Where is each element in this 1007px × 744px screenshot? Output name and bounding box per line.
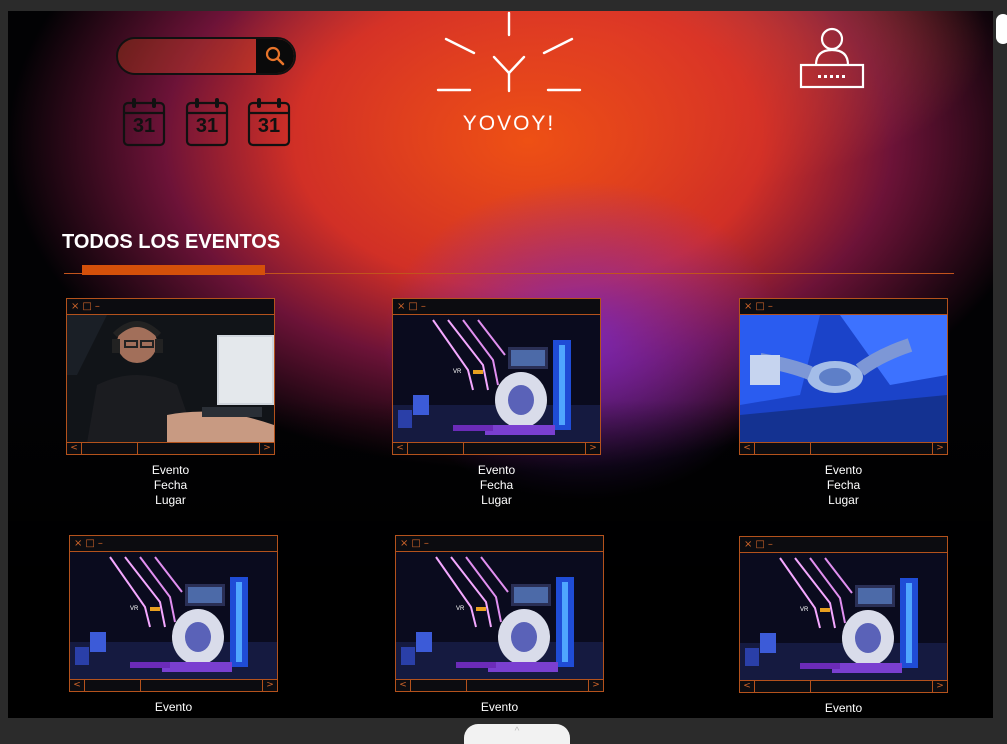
scrollbar-thumb[interactable]	[996, 14, 1007, 44]
calendar-button-2[interactable]: 31	[185, 97, 229, 147]
minimize-icon[interactable]: –	[424, 538, 429, 549]
minimize-icon[interactable]: –	[768, 539, 773, 550]
event-name: Evento	[824, 701, 863, 715]
event-place: Lugar	[828, 493, 859, 507]
event-date: Fecha	[153, 478, 188, 492]
event-window-frame: × □ – < >	[69, 535, 278, 692]
user-login-icon[interactable]	[798, 23, 866, 91]
search-input[interactable]	[128, 39, 260, 73]
minimize-icon[interactable]: –	[768, 301, 773, 312]
window-titlebar: × □ –	[740, 299, 947, 315]
window-footer: < >	[70, 679, 277, 691]
maximize-icon[interactable]: □	[82, 301, 91, 312]
event-place: Lugar	[481, 493, 512, 507]
window-titlebar: × □ –	[67, 299, 274, 315]
event-image	[740, 315, 947, 443]
close-icon[interactable]: ×	[744, 539, 752, 550]
chevron-up-icon: ^	[514, 726, 520, 737]
window-footer: < >	[67, 442, 274, 454]
maximize-icon[interactable]: □	[411, 538, 420, 549]
search-button[interactable]	[256, 39, 294, 73]
section-accent-bar	[82, 265, 265, 275]
event-name: Evento	[477, 463, 516, 477]
window-titlebar: × □ –	[70, 536, 277, 552]
window-footer: < >	[396, 679, 603, 691]
window-footer: < >	[740, 442, 947, 454]
event-image	[70, 552, 277, 680]
close-icon[interactable]: ×	[397, 301, 405, 312]
search-box	[116, 37, 296, 75]
window-titlebar: × □ –	[740, 537, 947, 553]
calendar-day-label: 31	[257, 115, 281, 137]
calendar-day-label: 31	[132, 115, 156, 137]
close-icon[interactable]: ×	[71, 301, 79, 312]
brand-name: YOVOY!	[462, 112, 556, 135]
minimize-icon[interactable]: –	[95, 301, 100, 312]
event-window-frame: × □ – < >	[395, 535, 604, 692]
event-card-4[interactable]: × □ – < > Evento	[69, 535, 278, 715]
event-info: Evento	[395, 700, 604, 715]
prev-arrow-icon[interactable]: <	[67, 443, 82, 454]
window-titlebar: × □ –	[393, 299, 600, 315]
minimize-icon[interactable]: –	[421, 301, 426, 312]
prev-arrow-icon[interactable]: <	[70, 680, 85, 691]
event-info: Evento Fecha Lugar	[739, 463, 948, 508]
calendar-day-label: 31	[195, 115, 219, 137]
event-info: Evento	[739, 701, 948, 716]
next-arrow-icon[interactable]: >	[260, 443, 274, 454]
page-content: 31 31 31 YOVOY! TODOS LOS EVENTOS × □ – …	[8, 11, 993, 718]
next-arrow-icon[interactable]: >	[589, 680, 603, 691]
minimize-icon[interactable]: –	[98, 538, 103, 549]
event-window-frame: × □ – < >	[739, 536, 948, 693]
page: 31 31 31 YOVOY! TODOS LOS EVENTOS × □ – …	[8, 11, 993, 718]
maximize-icon[interactable]: □	[85, 538, 94, 549]
event-window-frame: × □ – < >	[66, 298, 275, 455]
event-name: Evento	[824, 463, 863, 477]
event-info: Evento	[69, 700, 278, 715]
next-arrow-icon[interactable]: >	[933, 443, 947, 454]
maximize-icon[interactable]: □	[755, 301, 764, 312]
next-arrow-icon[interactable]: >	[933, 681, 947, 692]
event-name: Evento	[480, 700, 519, 714]
event-card-1[interactable]: × □ – < > Evento Fecha Lugar	[66, 298, 275, 508]
calendar-button-1[interactable]: 31	[122, 97, 166, 147]
prev-arrow-icon[interactable]: <	[740, 681, 755, 692]
prev-arrow-icon[interactable]: <	[740, 443, 755, 454]
event-card-6[interactable]: × □ – < > Evento	[739, 536, 948, 716]
scroll-up-tab[interactable]: ^	[464, 724, 570, 744]
window-titlebar: × □ –	[396, 536, 603, 552]
event-image	[396, 552, 603, 680]
event-card-5[interactable]: × □ – < > Evento	[395, 535, 604, 715]
next-arrow-icon[interactable]: >	[586, 443, 600, 454]
next-arrow-icon[interactable]: >	[263, 680, 277, 691]
section-title: TODOS LOS EVENTOS	[62, 231, 281, 253]
close-icon[interactable]: ×	[744, 301, 752, 312]
event-info: Evento Fecha Lugar	[66, 463, 275, 508]
event-image	[393, 315, 600, 443]
maximize-icon[interactable]: □	[408, 301, 417, 312]
event-info: Evento Fecha Lugar	[392, 463, 601, 508]
event-image	[67, 315, 274, 443]
calendar-button-3[interactable]: 31	[247, 97, 291, 147]
event-window-frame: × □ – < >	[739, 298, 948, 455]
event-name: Evento	[151, 463, 190, 477]
event-name: Evento	[154, 700, 193, 714]
search-icon	[265, 46, 285, 66]
event-image	[740, 553, 947, 681]
prev-arrow-icon[interactable]: <	[393, 443, 408, 454]
maximize-icon[interactable]: □	[755, 539, 764, 550]
event-date: Fecha	[826, 478, 861, 492]
window-footer: < >	[393, 442, 600, 454]
window-footer: < >	[740, 680, 947, 692]
event-place: Lugar	[155, 493, 186, 507]
prev-arrow-icon[interactable]: <	[396, 680, 411, 691]
close-icon[interactable]: ×	[400, 538, 408, 549]
event-card-2[interactable]: × □ – < > Evento Fecha Lugar	[392, 298, 601, 508]
event-card-3[interactable]: × □ – < > Evento Fecha Lugar	[739, 298, 948, 508]
close-icon[interactable]: ×	[74, 538, 82, 549]
event-window-frame: × □ – < >	[392, 298, 601, 455]
event-date: Fecha	[479, 478, 514, 492]
